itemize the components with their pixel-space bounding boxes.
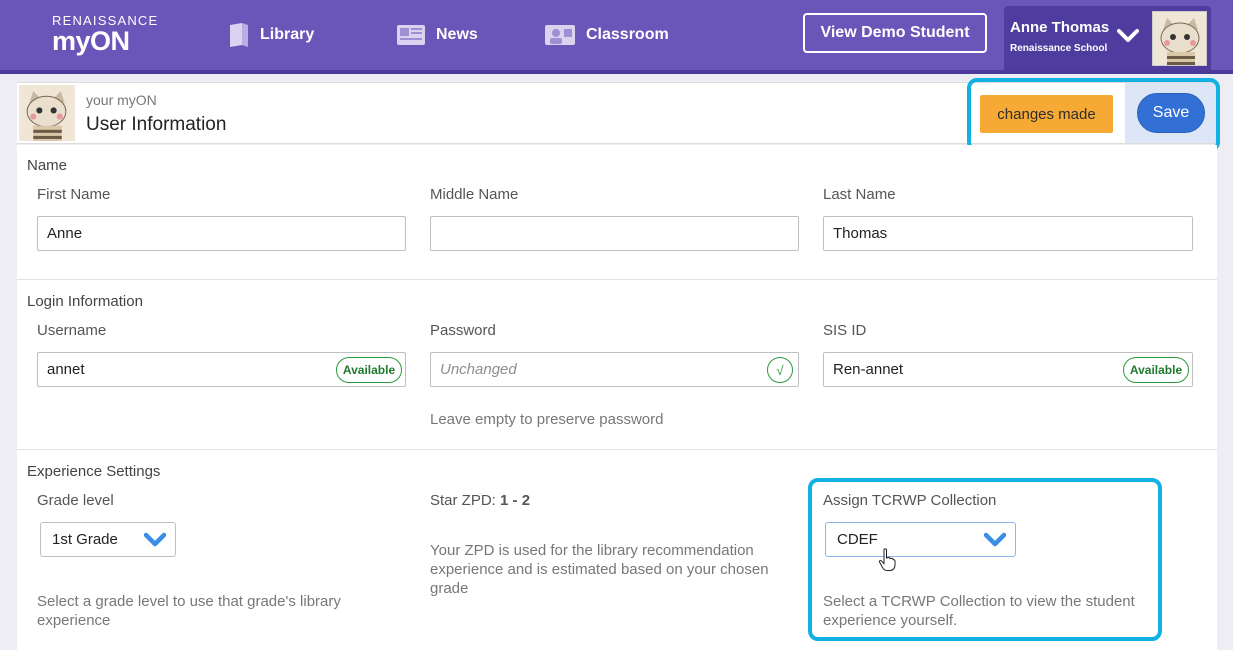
last-name-label: Last Name (823, 186, 896, 203)
avatar (1152, 11, 1207, 66)
book-icon (228, 22, 250, 48)
logo-product-text: myON (52, 26, 130, 56)
user-school: Renaissance School (1010, 43, 1108, 54)
username-label: Username (37, 322, 107, 339)
myon-logo[interactable]: RENAISSANCE myON (52, 13, 158, 57)
nav-library-label: Library (260, 26, 315, 43)
star-zpd-readout: Star ZPD: 1 - 2 (430, 492, 530, 509)
section-divider (17, 279, 1217, 280)
name-section-title: Name (27, 157, 68, 174)
classroom-icon (544, 22, 576, 48)
tcrwp-highlight-frame (808, 478, 1162, 641)
sis-id-label: SIS ID (823, 322, 867, 339)
sis-id-available-badge: Available (1123, 357, 1189, 383)
password-field[interactable] (430, 352, 799, 387)
password-label: Password (430, 322, 496, 339)
grade-level-select[interactable]: 1st Grade (40, 522, 176, 557)
middle-name-label: Middle Name (430, 186, 519, 203)
view-demo-student-button[interactable]: View Demo Student (803, 13, 987, 53)
avatar (19, 85, 75, 141)
grade-level-value: 1st Grade (52, 531, 118, 548)
section-divider (17, 449, 1217, 450)
zpd-helper-text: Your ZPD is used for the library recomme… (430, 542, 769, 597)
first-name-label: First Name (37, 186, 111, 203)
page-title: User Information (86, 114, 227, 135)
newspaper-icon (396, 23, 426, 47)
experience-section-title: Experience Settings (27, 463, 161, 480)
password-helper-text: Leave empty to preserve password (430, 411, 664, 428)
chevron-down-icon (143, 532, 167, 552)
nav-classroom-label: Classroom (586, 26, 669, 43)
save-highlight-frame (967, 78, 1220, 152)
star-zpd-label: Star ZPD: (430, 492, 501, 509)
checkmark-icon: √ (767, 357, 793, 383)
nav-news[interactable]: News (396, 0, 478, 70)
first-name-field[interactable] (37, 216, 406, 251)
chevron-down-icon[interactable] (1117, 28, 1139, 49)
nav-classroom[interactable]: Classroom (544, 0, 669, 70)
middle-name-field[interactable] (430, 216, 799, 251)
username-available-badge: Available (336, 357, 402, 383)
login-section-title: Login Information (27, 293, 143, 310)
grade-level-label: Grade level (37, 492, 114, 509)
user-name: Anne Thomas (1010, 19, 1110, 36)
user-menu[interactable]: Anne Thomas Renaissance School (1004, 6, 1211, 70)
star-zpd-value: 1 - 2 (500, 492, 531, 509)
grade-level-helper-text: Select a grade level to use that grade's… (37, 593, 341, 629)
nav-divider (0, 70, 1233, 74)
nav-library[interactable]: Library (228, 0, 314, 70)
nav-news-label: News (436, 26, 478, 43)
last-name-field[interactable] (823, 216, 1193, 251)
page-subtitle: your myON (86, 92, 157, 108)
